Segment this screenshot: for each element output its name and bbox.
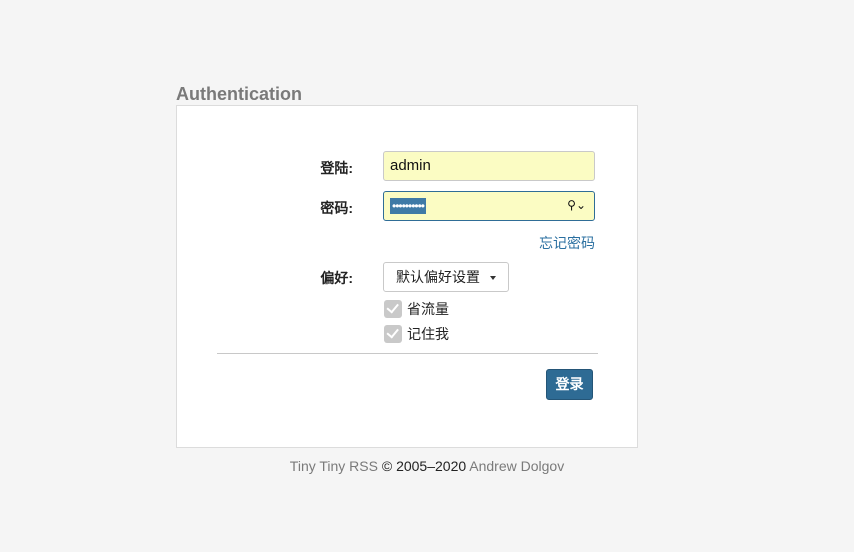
remember-me-checkbox[interactable] — [384, 325, 402, 343]
remember-me-label: 记住我 — [407, 326, 449, 342]
page-title: Authentication — [176, 84, 302, 104]
footer: Tiny Tiny RSS © 2005–2020 Andrew Dolgov — [0, 458, 854, 474]
prefs-dropdown-value: 默认偏好设置 — [396, 269, 480, 285]
login-button[interactable]: 登录 — [546, 369, 593, 400]
caret-down-icon — [490, 276, 496, 280]
key-icon[interactable]: ⚲⌄ — [567, 198, 586, 212]
login-panel: 登陆: admin 密码: •••••••••• ⚲⌄ 忘记密码 偏好: 默认偏… — [176, 105, 638, 448]
divider — [217, 353, 598, 354]
prefs-label: 偏好: — [320, 270, 353, 286]
forgot-password-link[interactable]: 忘记密码 — [539, 233, 595, 253]
checkmark-icon — [386, 300, 399, 314]
footer-copyright: © 2005–2020 — [377, 458, 470, 474]
footer-author-link[interactable]: Andrew Dolgov — [469, 458, 564, 474]
prefs-dropdown[interactable]: 默认偏好设置 — [383, 262, 509, 292]
password-field[interactable]: •••••••••• ⚲⌄ — [383, 191, 595, 221]
safe-mode-checkbox[interactable] — [384, 300, 402, 318]
password-mask: •••••••••• — [390, 198, 427, 214]
footer-app-link[interactable]: Tiny Tiny RSS — [290, 458, 378, 474]
login-field[interactable]: admin — [383, 151, 595, 181]
login-label: 登陆: — [320, 160, 353, 176]
password-label: 密码: — [320, 200, 353, 216]
checkmark-icon — [386, 325, 399, 339]
safe-mode-label: 省流量 — [407, 301, 449, 317]
